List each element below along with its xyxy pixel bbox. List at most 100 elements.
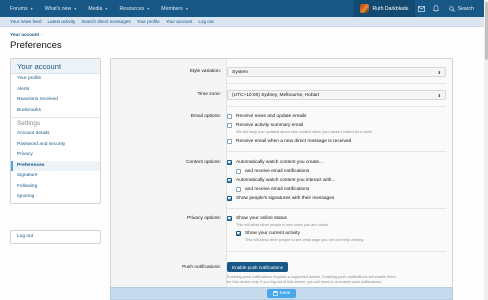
- page-scrollbar[interactable]: [484, 0, 488, 300]
- breadcrumb[interactable]: Your account ›: [10, 32, 43, 37]
- sidebar-item-following[interactable]: Following: [11, 182, 100, 193]
- search-icon: [448, 5, 455, 12]
- divider: [227, 106, 446, 107]
- watch-created-checkbox[interactable]: [227, 160, 232, 166]
- sidebar-item-account-details[interactable]: Account details: [11, 129, 100, 140]
- subnav-your-profile[interactable]: Your profile: [137, 19, 160, 24]
- watch-interacted-option[interactable]: Automatically watch content you interact…: [227, 178, 336, 184]
- sidebar-item-reactions[interactable]: Reactions received: [11, 95, 100, 106]
- chevron-down-icon[interactable]: ▾: [186, 6, 188, 11]
- nav-media[interactable]: Media ▾: [88, 6, 107, 12]
- watch-interacted-text: Automatically watch content you interact…: [236, 178, 336, 183]
- online-status-hint: This will allow other people to see when…: [236, 223, 329, 227]
- watch-created-email-text: and receive email notifications: [245, 169, 310, 174]
- show-signatures-text: Show people's signatures with their mess…: [236, 196, 335, 201]
- watch-created-email-checkbox[interactable]: [236, 169, 241, 175]
- show-signatures-checkbox[interactable]: [227, 196, 232, 202]
- current-activity-checkbox[interactable]: [236, 231, 241, 237]
- subnav-your-account[interactable]: Your account: [166, 19, 193, 24]
- sidebar-item-alerts[interactable]: Alerts: [11, 85, 100, 96]
- content-options-label: Content options:: [186, 160, 221, 165]
- online-status-checkbox[interactable]: [227, 216, 232, 222]
- show-signatures-option[interactable]: Show people's signatures with their mess…: [227, 196, 335, 202]
- email-summary-checkbox[interactable]: [227, 123, 232, 129]
- watch-created-text: Automatically watch content you create..…: [236, 160, 324, 165]
- watch-interacted-email-text: and receive email notifications: [245, 187, 310, 192]
- online-status-option[interactable]: Show your online status: [227, 216, 287, 222]
- nav-resources-label: Resources: [119, 5, 145, 12]
- sidebar-item-ignoring[interactable]: Ignoring: [11, 192, 100, 203]
- push-hint-line-1: Enabling push notifications requires a s…: [227, 275, 396, 279]
- page-title: Preferences: [10, 40, 62, 51]
- time-zone-value: (UTC+10:00) Sydney, Melbourne, Hobart: [232, 92, 320, 98]
- chevron-updown-icon: ⬍: [437, 93, 441, 98]
- email-news-text: Receive news and update emails: [236, 114, 307, 119]
- inbox-icon[interactable]: [415, 0, 429, 17]
- chevron-down-icon[interactable]: ▾: [147, 6, 149, 11]
- preferences-form: Style variation: System ⬍ Time zone: (UT…: [110, 58, 453, 300]
- nav-members[interactable]: Members ▾: [161, 6, 188, 12]
- breadcrumb-your-account[interactable]: Your account: [10, 32, 39, 37]
- watch-created-option[interactable]: Automatically watch content you create..…: [227, 160, 324, 166]
- chevron-down-icon[interactable]: ▾: [74, 6, 76, 11]
- sidebar-item-bookmarks[interactable]: Bookmarks: [11, 106, 100, 117]
- save-label: Save: [279, 291, 291, 296]
- subnav-latest-activity[interactable]: Latest activity: [48, 19, 76, 24]
- save-button[interactable]: Save: [266, 289, 297, 298]
- email-options-label: Email options:: [190, 114, 221, 119]
- divider: [227, 83, 446, 84]
- current-activity-text: Show your current activity: [245, 231, 300, 236]
- nav-whats-new-label: What's new: [44, 5, 72, 12]
- email-dm-text: Receive email when a new direct message …: [236, 139, 352, 144]
- sidebar-item-your-profile[interactable]: Your profile: [11, 74, 100, 85]
- sidebar-item-signature[interactable]: Signature: [11, 171, 100, 182]
- email-summary-text: Receive activity summary email: [236, 123, 304, 128]
- email-news-option[interactable]: Receive news and update emails: [227, 114, 307, 120]
- sidebar-log-out[interactable]: Log out: [11, 231, 100, 243]
- push-hint-line-2: for this device only. If you log out of …: [227, 280, 383, 284]
- sidebar-item-preferences[interactable]: Preferences: [11, 160, 100, 171]
- chevron-down-icon[interactable]: ▾: [31, 6, 33, 11]
- bell-icon[interactable]: [429, 0, 443, 17]
- avatar: [359, 4, 369, 13]
- style-variation-select[interactable]: System ⬍: [227, 67, 446, 77]
- online-status-text: Show your online status: [236, 216, 287, 221]
- current-activity-option[interactable]: Show your current activity: [236, 231, 300, 237]
- divider: [227, 151, 446, 152]
- subnav-log-out[interactable]: Log out: [198, 19, 213, 24]
- style-variation-label: Style variation:: [189, 69, 221, 74]
- watch-interacted-email-checkbox[interactable]: [236, 187, 241, 193]
- search-label: Search: [457, 5, 474, 12]
- user-name: Ruth Darkblade: [372, 5, 409, 12]
- sidebar-heading[interactable]: Your account: [11, 59, 100, 74]
- email-dm-checkbox[interactable]: [227, 139, 232, 145]
- watch-interacted-email-option[interactable]: and receive email notifications: [236, 187, 310, 193]
- nav-forums[interactable]: Forums ▾: [10, 6, 33, 12]
- watch-created-email-option[interactable]: and receive email notifications: [236, 169, 310, 175]
- sub-navbar: Your news feed Latest activity Search di…: [0, 17, 484, 27]
- user-menu[interactable]: Ruth Darkblade: [353, 0, 415, 17]
- nav-members-label: Members: [161, 5, 183, 12]
- sidebar-item-privacy[interactable]: Privacy: [11, 150, 100, 161]
- chevron-right-icon: ›: [41, 32, 43, 37]
- sidebar-item-password[interactable]: Password and security: [11, 140, 100, 151]
- divider: [227, 251, 446, 252]
- style-variation-value: System: [232, 69, 248, 75]
- email-news-checkbox[interactable]: [227, 114, 232, 120]
- subnav-search-messages[interactable]: Search direct messages: [81, 19, 130, 24]
- scrollbar-thumb[interactable]: [484, 2, 488, 60]
- search-button[interactable]: Search: [443, 6, 484, 12]
- privacy-options-label: Privacy options:: [187, 216, 221, 221]
- enable-push-button[interactable]: Enable push notifications: [227, 262, 289, 272]
- time-zone-select[interactable]: (UTC+10:00) Sydney, Melbourne, Hobart ⬍: [227, 90, 446, 100]
- top-navbar: Forums ▾ What's new ▾ Media ▾ Resources ▾ Me…: [0, 0, 484, 17]
- email-dm-option[interactable]: Receive email when a new direct message …: [227, 139, 352, 145]
- email-summary-hint: We will keep you updated about new conte…: [236, 130, 374, 134]
- subnav-news-feed[interactable]: Your news feed: [10, 19, 42, 24]
- chevron-down-icon[interactable]: ▾: [105, 6, 107, 11]
- nav-resources[interactable]: Resources ▾: [119, 6, 149, 12]
- watch-interacted-checkbox[interactable]: [227, 178, 232, 184]
- form-submit-bar: Save: [110, 287, 453, 300]
- email-summary-option[interactable]: Receive activity summary email: [227, 123, 304, 129]
- nav-whats-new[interactable]: What's new ▾: [45, 6, 77, 12]
